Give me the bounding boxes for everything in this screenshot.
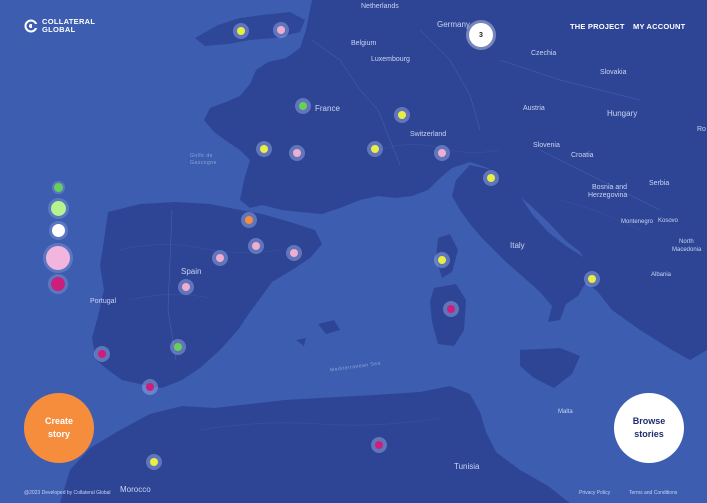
create-story-button[interactable]: Create story bbox=[24, 393, 94, 463]
browse-stories-button[interactable]: Browse stories bbox=[614, 393, 684, 463]
marker-dot bbox=[290, 249, 298, 257]
browse-stories-line-1: Browse bbox=[632, 416, 666, 426]
label-romania-partial: Ro bbox=[697, 126, 706, 133]
label-slovenia: Slovenia bbox=[533, 142, 560, 149]
label-albania: Albania bbox=[651, 272, 672, 278]
label-gulf-1: Golfe de bbox=[190, 153, 213, 159]
header: COLLATERAL GLOBAL THE PROJECT MY ACCOUNT bbox=[0, 0, 707, 56]
marker-dot bbox=[277, 26, 285, 34]
story-marker-pink[interactable] bbox=[273, 22, 289, 38]
label-north: North bbox=[679, 239, 694, 245]
marker-dot bbox=[438, 256, 446, 264]
label-hungary: Hungary bbox=[607, 109, 638, 118]
label-herzegovina: Herzegovina bbox=[588, 192, 628, 199]
legend-pink-swatch[interactable] bbox=[46, 246, 70, 270]
label-tunisia: Tunisia bbox=[454, 462, 480, 471]
marker-dot bbox=[174, 343, 182, 351]
label-italy: Italy bbox=[510, 241, 525, 250]
label-gulf-2: Gascogne bbox=[190, 160, 217, 166]
label-morocco: Morocco bbox=[120, 485, 151, 494]
legend-green-swatch[interactable] bbox=[54, 183, 63, 192]
story-marker-yellow[interactable] bbox=[483, 170, 499, 186]
label-france: France bbox=[315, 104, 340, 113]
story-marker-orange[interactable] bbox=[241, 212, 257, 228]
create-story-line-1: Create bbox=[44, 416, 73, 426]
story-marker-pink[interactable] bbox=[289, 145, 305, 161]
label-bosnia: Bosnia and bbox=[592, 184, 628, 191]
label-malta: Malta bbox=[558, 409, 573, 415]
story-marker-pink[interactable] bbox=[212, 250, 228, 266]
legend-light-green-swatch[interactable] bbox=[51, 201, 66, 216]
nav-the-project[interactable]: THE PROJECT bbox=[570, 22, 625, 31]
footer-privacy-link[interactable]: Privacy Policy bbox=[579, 490, 610, 496]
legend-magenta-swatch[interactable] bbox=[51, 277, 65, 291]
footer-copyright: @2023 Developed by Collateral Global bbox=[24, 490, 111, 496]
legend-white-swatch[interactable] bbox=[52, 224, 65, 237]
marker-dot bbox=[438, 149, 446, 157]
marker-dot bbox=[299, 102, 307, 110]
marker-dot bbox=[146, 383, 154, 391]
label-austria: Austria bbox=[523, 105, 545, 112]
story-marker-magenta[interactable] bbox=[94, 346, 110, 362]
marker-dot bbox=[375, 441, 383, 449]
nav-my-account[interactable]: MY ACCOUNT bbox=[633, 22, 685, 31]
marker-dot bbox=[398, 111, 406, 119]
logo-line-2: GLOBAL bbox=[42, 25, 76, 34]
marker-dot bbox=[182, 283, 190, 291]
footer-terms-link[interactable]: Terms and Conditions bbox=[629, 490, 677, 496]
label-serbia: Serbia bbox=[649, 180, 670, 187]
story-marker-green[interactable] bbox=[170, 339, 186, 355]
label-luxembourg: Luxembourg bbox=[371, 56, 410, 63]
story-marker-pink[interactable] bbox=[248, 238, 264, 254]
marker-dot bbox=[588, 275, 596, 283]
label-montenegro: Montenegro bbox=[621, 219, 654, 225]
marker-dot bbox=[371, 145, 379, 153]
marker-dot bbox=[150, 458, 158, 466]
story-marker-yellow[interactable] bbox=[233, 23, 249, 39]
story-marker-yellow[interactable] bbox=[394, 107, 410, 123]
logo-wordmark: COLLATERAL GLOBAL bbox=[42, 18, 95, 34]
create-story-line-2: story bbox=[47, 429, 70, 439]
marker-dot bbox=[98, 350, 106, 358]
label-spain: Spain bbox=[181, 267, 202, 276]
logo-icon bbox=[24, 19, 38, 33]
story-marker-magenta[interactable] bbox=[371, 437, 387, 453]
marker-dot bbox=[237, 27, 245, 35]
label-switzerland: Switzerland bbox=[410, 131, 447, 138]
story-marker-magenta[interactable] bbox=[142, 379, 158, 395]
story-marker-yellow[interactable] bbox=[146, 454, 162, 470]
logo[interactable]: COLLATERAL GLOBAL bbox=[24, 18, 95, 34]
marker-dot bbox=[447, 305, 455, 313]
label-croatia: Croatia bbox=[571, 152, 594, 159]
story-marker-yellow[interactable] bbox=[367, 141, 383, 157]
story-marker-yellow[interactable] bbox=[584, 271, 600, 287]
marker-dot bbox=[216, 254, 224, 262]
story-marker-green[interactable] bbox=[295, 98, 311, 114]
marker-dot bbox=[245, 216, 253, 224]
browse-stories-line-2: stories bbox=[634, 429, 664, 439]
label-kosovo: Kosovo bbox=[658, 218, 679, 224]
label-portugal: Portugal bbox=[90, 298, 117, 305]
map-view[interactable]: Netherlands Germany Belgium Luxembourg C… bbox=[0, 0, 707, 503]
marker-dot bbox=[293, 149, 301, 157]
story-marker-pink[interactable] bbox=[286, 245, 302, 261]
label-slovakia: Slovakia bbox=[600, 69, 627, 76]
story-marker-magenta[interactable] bbox=[443, 301, 459, 317]
marker-dot bbox=[260, 145, 268, 153]
cluster-marker[interactable]: 3 bbox=[469, 23, 493, 47]
label-macedonia: Macedonia bbox=[672, 247, 702, 253]
story-marker-yellow[interactable] bbox=[256, 141, 272, 157]
story-marker-pink[interactable] bbox=[434, 145, 450, 161]
story-marker-yellow[interactable] bbox=[434, 252, 450, 268]
story-marker-pink[interactable] bbox=[178, 279, 194, 295]
marker-dot bbox=[487, 174, 495, 182]
marker-dot bbox=[252, 242, 260, 250]
